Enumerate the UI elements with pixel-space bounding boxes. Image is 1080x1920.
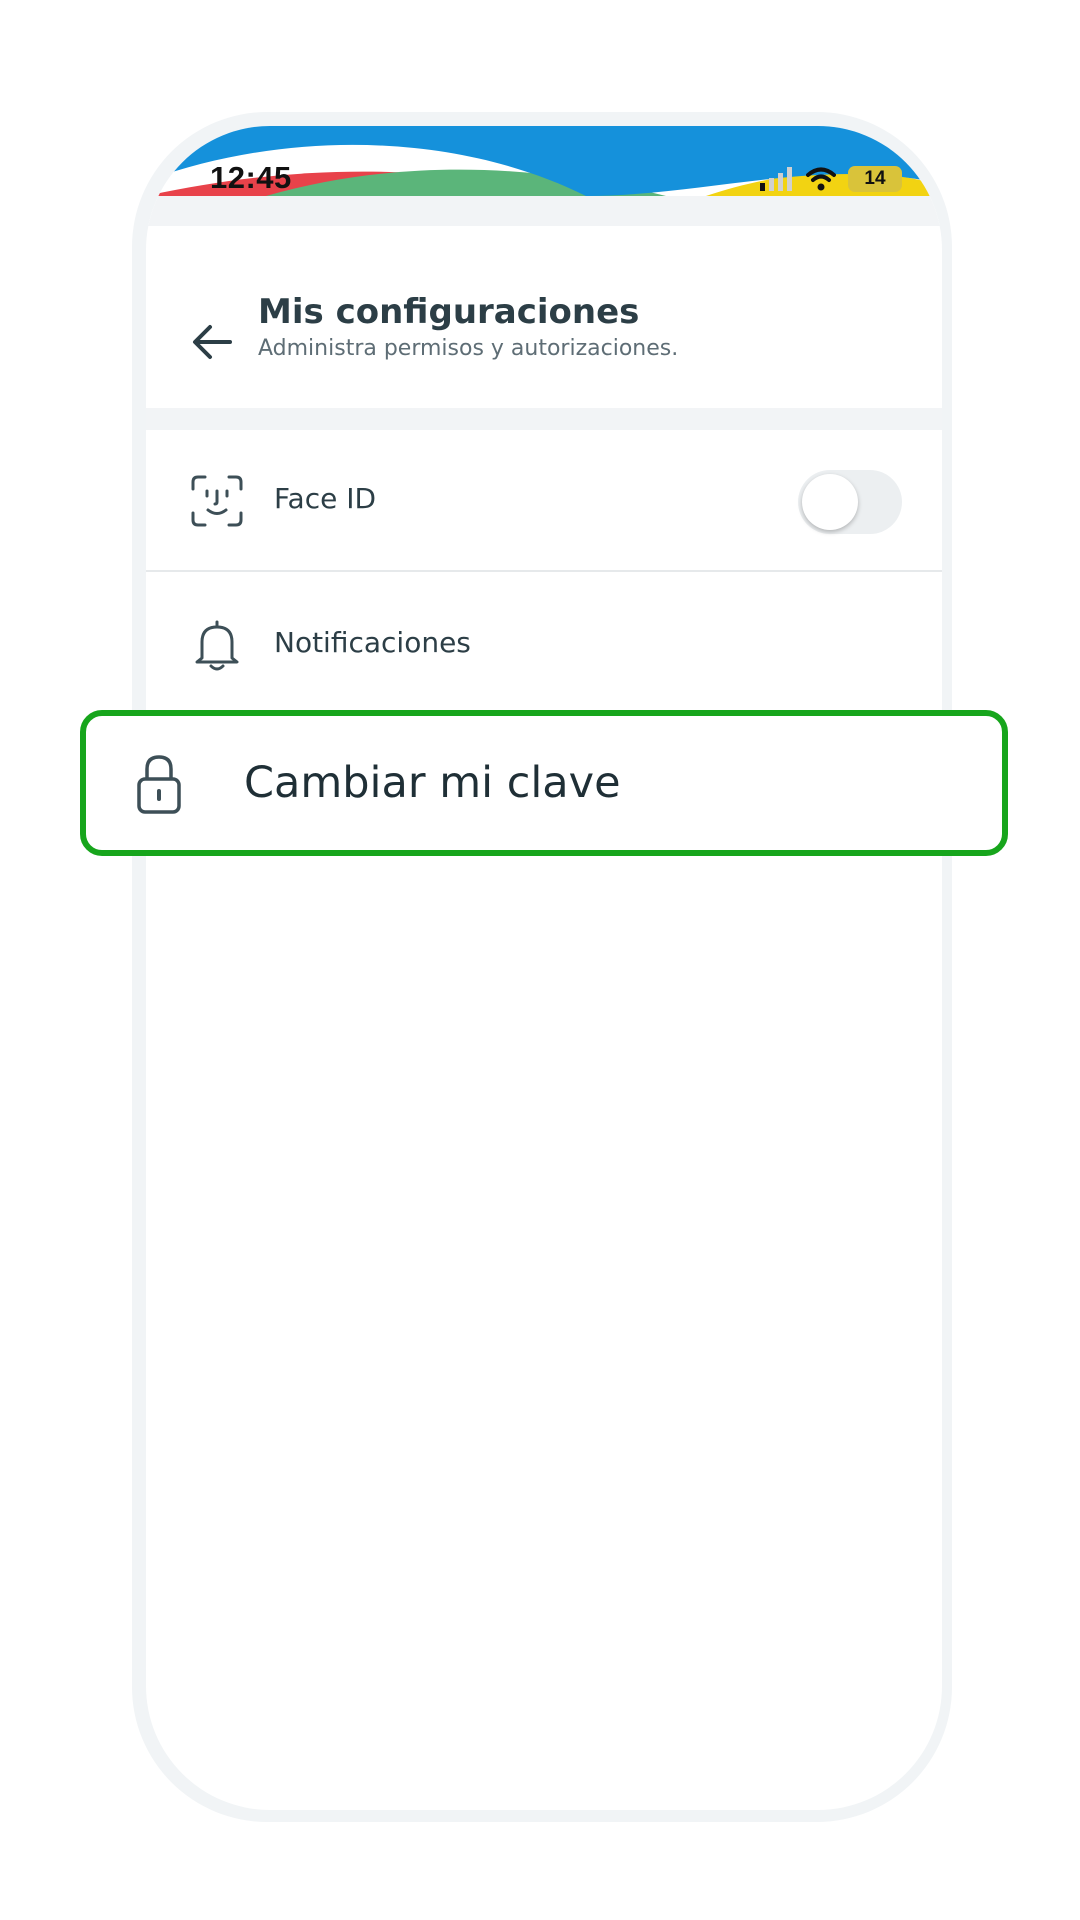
settings-row-face-id[interactable]: Face ID — [146, 430, 942, 570]
face-id-icon — [191, 475, 243, 527]
face-id-toggle[interactable] — [798, 470, 902, 534]
settings-row-notificaciones[interactable]: Notificaciones — [146, 574, 942, 714]
row-divider — [146, 570, 942, 572]
phone-screen: 12:45 14 Mis configuraciones Administra … — [146, 126, 942, 1810]
change-password-highlight[interactable]: Cambiar mi clave — [80, 710, 1008, 856]
page-title: Mis configuraciones — [258, 292, 640, 332]
status-icons: 14 — [760, 164, 902, 194]
section-divider — [146, 408, 942, 430]
status-bar-band — [146, 196, 942, 226]
bell-icon — [195, 620, 239, 671]
status-time: 12:45 — [210, 160, 292, 195]
back-arrow-icon[interactable] — [190, 322, 234, 362]
status-bar: 12:45 14 — [146, 126, 942, 226]
notificaciones-label: Notificaciones — [274, 626, 471, 659]
toggle-knob — [802, 474, 858, 530]
wifi-icon — [806, 167, 836, 191]
change-password-label: Cambiar mi clave — [244, 758, 621, 808]
lock-icon — [137, 755, 181, 814]
page: 12:45 14 Mis configuraciones Administra … — [0, 0, 1080, 1920]
face-id-label: Face ID — [274, 482, 377, 515]
signal-icon — [760, 167, 792, 191]
page-subtitle: Administra permisos y autorizaciones. — [258, 336, 679, 361]
battery-icon: 14 — [848, 166, 902, 192]
